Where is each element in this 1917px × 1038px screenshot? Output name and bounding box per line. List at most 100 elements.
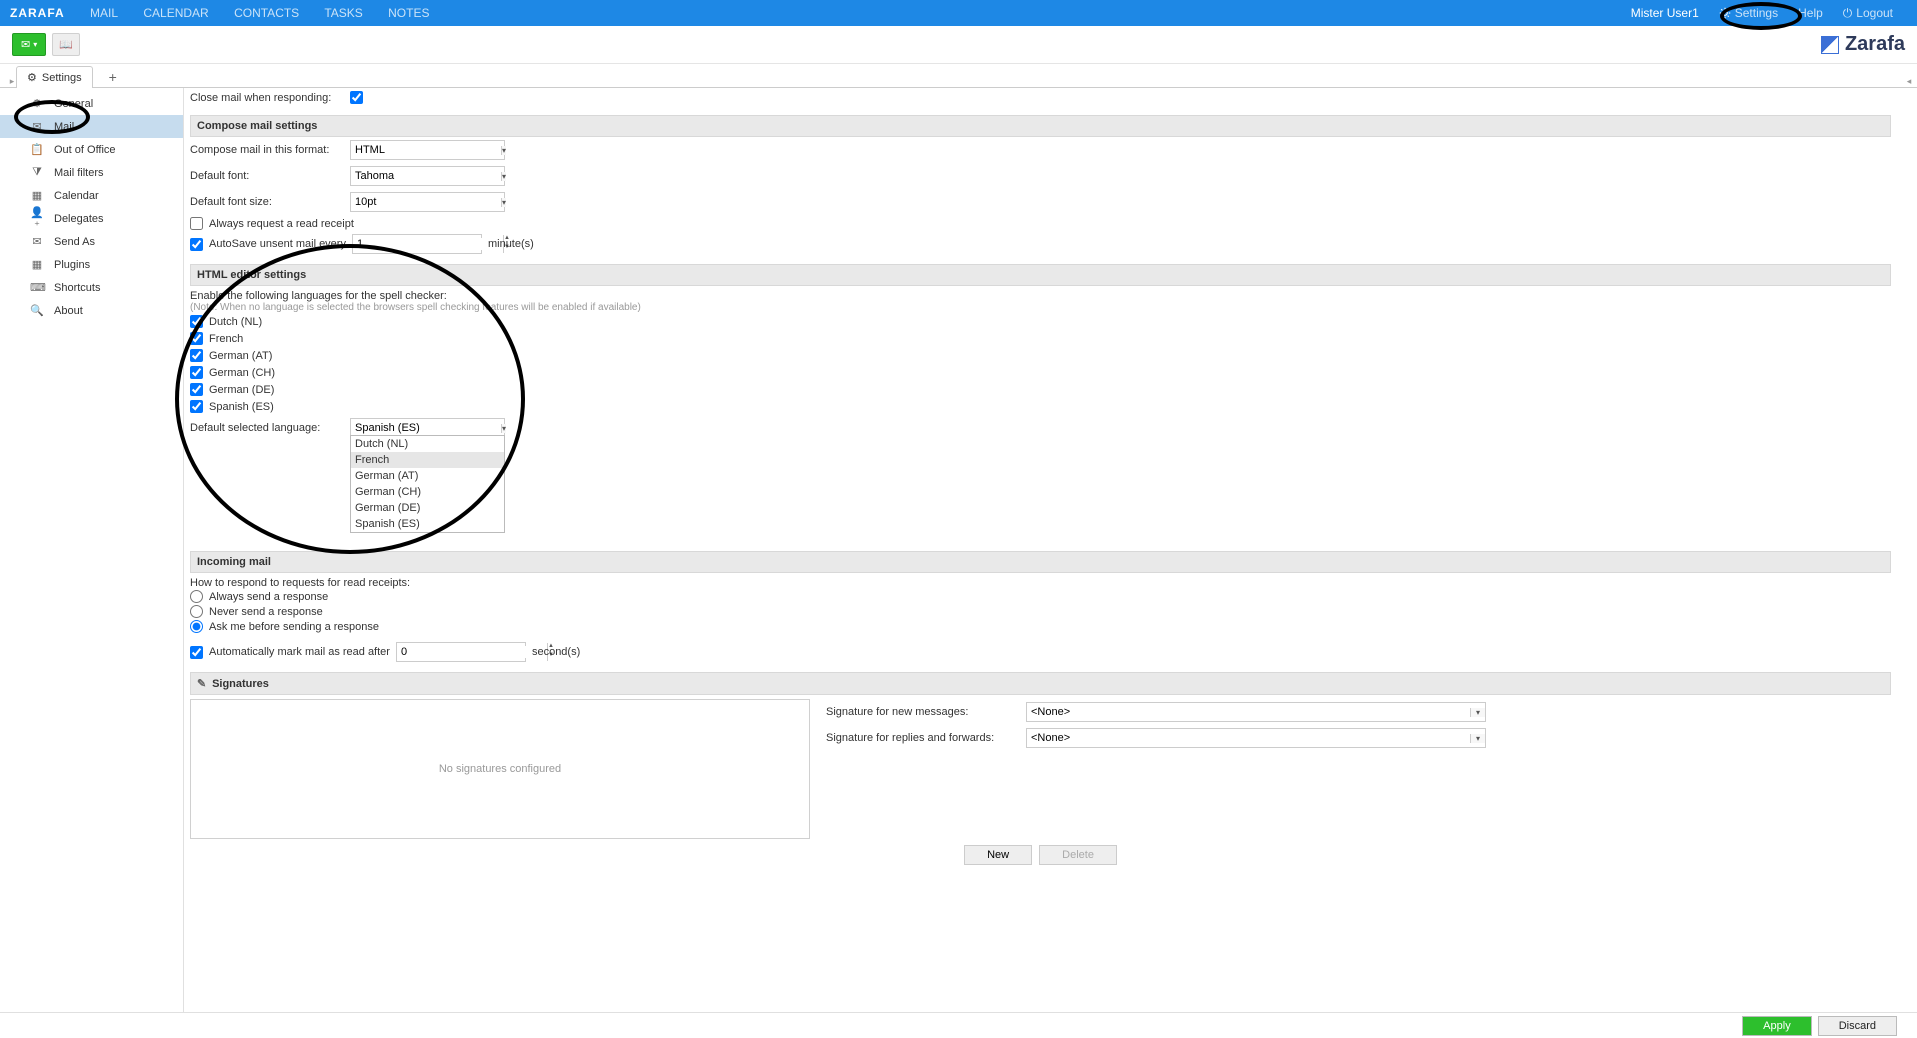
spellcheck-lang-checkbox[interactable] [190,383,203,396]
settings-link[interactable]: Settings [1719,6,1778,20]
envelope-icon: ✉ [21,38,30,51]
readreceipt-ask-radio[interactable] [190,620,203,633]
automark-checkbox[interactable] [190,646,203,659]
sidebar-item-label: Send As [54,236,95,248]
read-receipt-checkbox[interactable] [190,217,203,230]
dropdown-option[interactable]: Spanish (ES) [351,516,504,532]
toolbar: ✉▾ 📖 Zarafa [0,26,1917,64]
default-lang-value[interactable] [351,422,501,434]
tab-label: Settings [42,72,82,84]
compose-format-combo[interactable]: ▾ [350,140,505,160]
signature-new-button[interactable]: New [964,845,1032,865]
chevron-down-icon[interactable]: ▾ [501,172,506,181]
close-mail-checkbox[interactable] [350,91,363,104]
nav-mail[interactable]: MAIL [90,6,118,20]
automark-input[interactable] [397,646,547,658]
automark-spinner[interactable]: ▲▼ [396,642,526,662]
nav-brand[interactable]: ZARAFA [10,6,65,20]
dropdown-option[interactable]: German (CH) [351,484,504,500]
default-fontsize-value[interactable] [351,196,501,208]
sidebar-item-sendas[interactable]: ✉Send As [0,230,183,253]
default-font-value[interactable] [351,170,501,182]
sidebar-item-mail[interactable]: ✉Mail [0,115,183,138]
spellcheck-lang-label: Spanish (ES) [209,401,274,413]
spellcheck-lang-checkbox[interactable] [190,332,203,345]
sidebar-item-plugins[interactable]: ▦Plugins [0,253,183,276]
default-fontsize-combo[interactable]: ▾ [350,192,505,212]
sidebar-item-outofoffice[interactable]: 📋Out of Office [0,138,183,161]
spellcheck-lang-checkbox[interactable] [190,315,203,328]
readreceipt-always-radio[interactable] [190,590,203,603]
spellcheck-enable-label: Enable the following languages for the s… [190,290,1891,302]
default-lang-label: Default selected language: [190,422,350,434]
gear-icon: ⚙ [30,97,44,110]
discard-button[interactable]: Discard [1818,1016,1897,1036]
tab-add-button[interactable]: + [101,67,125,87]
autosave-spinner[interactable]: ▲▼ [352,234,482,254]
sidebar-item-mailfilters[interactable]: ⧩Mail filters [0,161,183,184]
sig-reply-label: Signature for replies and forwards: [826,732,1026,744]
new-mail-button[interactable]: ✉▾ [12,33,46,56]
nav-tasks[interactable]: TASKS [324,6,362,20]
tab-settings[interactable]: ⚙ Settings [16,66,93,88]
signatures-list: No signatures configured [190,699,810,839]
sig-new-combo[interactable]: ▾ [1026,702,1486,722]
sidebar-item-general[interactable]: ⚙ General [0,92,183,115]
expand-left-handle[interactable]: ▸ [8,76,16,87]
autosave-checkbox[interactable] [190,238,203,251]
chevron-down-icon[interactable]: ▾ [501,198,506,207]
dropdown-option[interactable]: Dutch (NL) [351,436,504,452]
default-lang-dropdown[interactable]: Dutch (NL)FrenchGerman (AT)German (CH)Ge… [350,435,505,533]
footer-bar: Apply Discard [0,1012,1917,1038]
apply-button[interactable]: Apply [1742,1016,1812,1036]
user-label[interactable]: Mister User1 [1631,6,1699,20]
section-incoming: Incoming mail [190,551,1891,573]
calendar-icon: ▦ [30,189,44,202]
sidebar-item-label: About [54,305,83,317]
read-receipt-label: Always request a read receipt [209,218,354,230]
spellcheck-lang-checkbox[interactable] [190,366,203,379]
sig-reply-value[interactable] [1027,732,1470,744]
dropdown-option[interactable]: German (DE) [351,500,504,516]
default-font-combo[interactable]: ▾ [350,166,505,186]
expand-right-handle[interactable]: ◂ [1905,76,1913,87]
nav-notes[interactable]: NOTES [388,6,429,20]
spellcheck-lang-label: German (DE) [209,384,274,396]
chevron-down-icon[interactable]: ▾ [501,146,506,155]
dropdown-option[interactable]: French [351,452,504,468]
sidebar-item-calendar[interactable]: ▦Calendar [0,184,183,207]
nav-contacts[interactable]: CONTACTS [234,6,299,20]
signature-delete-button: Delete [1039,845,1117,865]
autosave-prefix: AutoSave unsent mail every [209,238,346,250]
sidebar-item-shortcuts[interactable]: ⌨ Shortcuts [0,276,183,299]
default-fontsize-label: Default font size: [190,196,350,208]
logout-link-label: Logout [1856,6,1893,20]
spellcheck-lang-checkbox[interactable] [190,349,203,362]
readreceipt-ask-label: Ask me before sending a response [209,621,379,633]
sidebar-item-label: General [54,98,93,110]
chevron-down-icon[interactable]: ▾ [501,424,506,433]
sig-reply-combo[interactable]: ▾ [1026,728,1486,748]
sig-new-value[interactable] [1027,706,1470,718]
plugins-icon: ▦ [30,258,44,271]
sidebar-item-about[interactable]: 🔍About [0,299,183,322]
spellcheck-lang-checkbox[interactable] [190,400,203,413]
help-link[interactable]: Help [1798,6,1823,20]
automark-prefix: Automatically mark mail as read after [209,646,390,658]
chevron-down-icon[interactable]: ▾ [1470,708,1485,717]
autosave-input[interactable] [353,238,503,250]
sidebar-item-label: Shortcuts [54,282,100,294]
nav-calendar[interactable]: CALENDAR [143,6,208,20]
dropdown-option[interactable]: German (AT) [351,468,504,484]
close-mail-label: Close mail when responding: [190,92,350,104]
addressbook-button[interactable]: 📖 [52,33,80,56]
readreceipt-never-label: Never send a response [209,606,323,618]
compose-format-value[interactable] [351,144,501,156]
spellcheck-lang-label: French [209,333,243,345]
sidebar-item-delegates[interactable]: 👤⁺Delegates [0,207,183,230]
keyboard-icon: ⌨ [30,281,44,294]
logout-link[interactable]: ⏻ Logout [1843,6,1893,21]
readreceipt-never-radio[interactable] [190,605,203,618]
default-font-label: Default font: [190,170,350,182]
chevron-down-icon[interactable]: ▾ [1470,734,1485,743]
